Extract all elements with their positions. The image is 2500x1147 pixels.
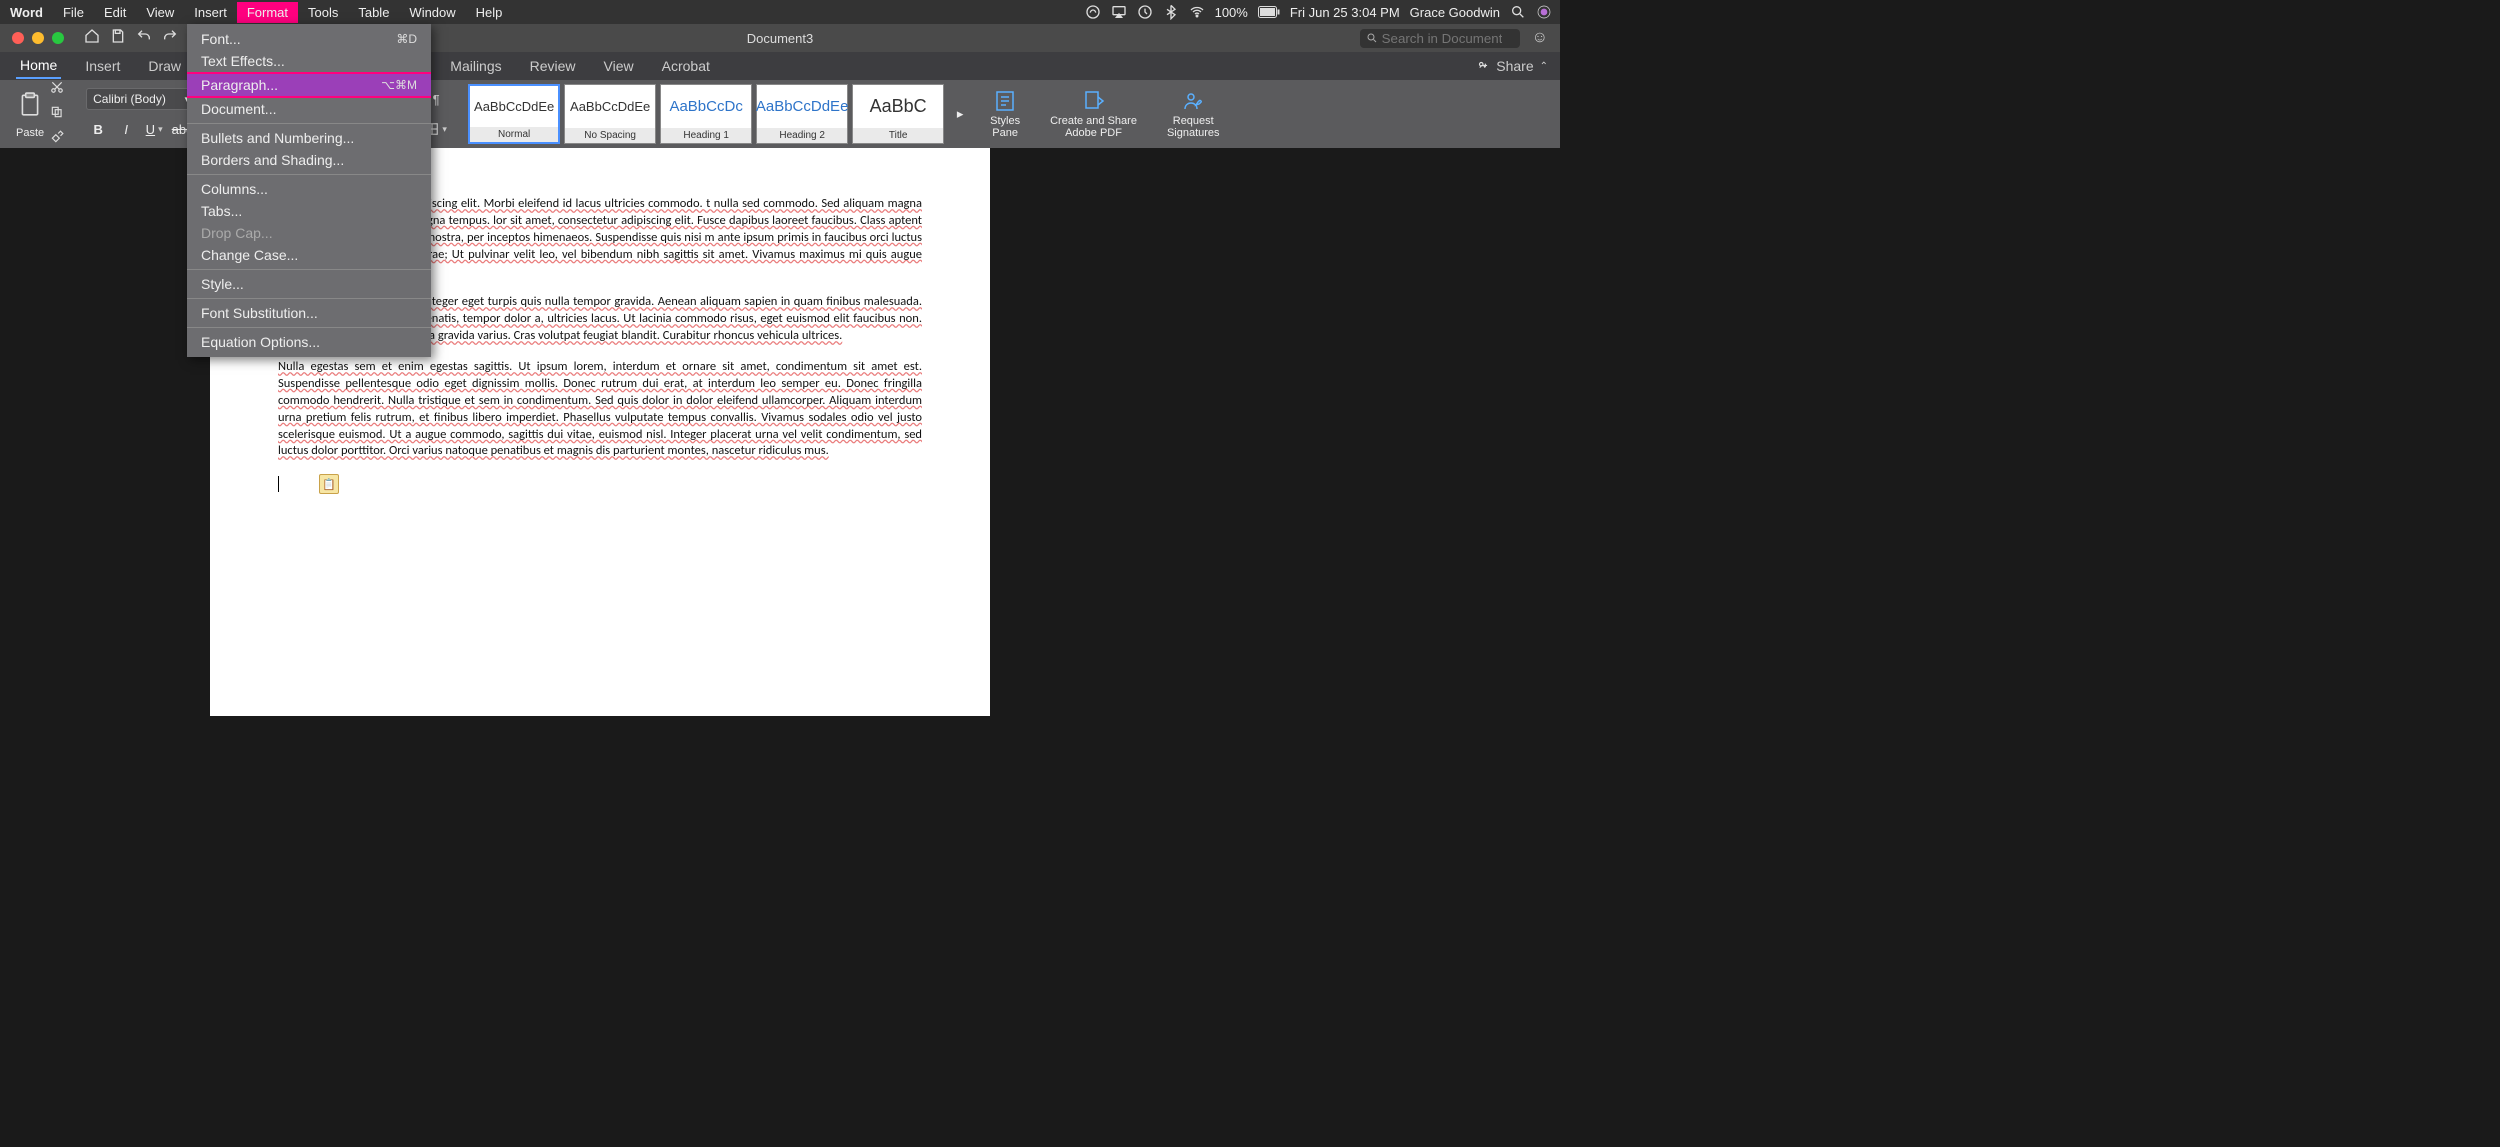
mac-menubar: Word File Edit View Insert Format Tools … [0,0,1560,24]
font-name-select[interactable]: Calibri (Body)▾ [86,88,196,110]
menu-borders-shading[interactable]: Borders and Shading... [187,149,431,171]
battery-icon[interactable] [1258,6,1280,18]
tab-draw[interactable]: Draw [144,54,185,78]
menu-columns[interactable]: Columns... [187,178,431,200]
menu-edit[interactable]: Edit [94,2,136,23]
document-title: Document3 [747,31,813,46]
menu-file[interactable]: File [53,2,94,23]
app-name: Word [0,5,53,20]
copy-icon[interactable] [50,105,64,124]
share-button[interactable]: Share ⌃ [1476,58,1548,74]
search-box[interactable] [1360,29,1520,48]
menu-font[interactable]: Font...⌘D [187,28,431,50]
tab-insert[interactable]: Insert [81,54,124,78]
styles-gallery: AaBbCcDdEe Normal AaBbCcDdEe No Spacing … [468,84,972,144]
battery-text: 100% [1215,5,1248,20]
window-zoom-button[interactable] [52,32,64,44]
paste-label: Paste [16,127,44,139]
menu-paragraph[interactable]: Paragraph...⌥⌘M [187,72,431,98]
italic-button[interactable]: I [114,118,138,140]
menu-text-effects[interactable]: Text Effects... [187,50,431,72]
menu-format[interactable]: Format [237,2,298,23]
redo-icon[interactable] [162,28,178,49]
paste-options-icon[interactable]: 📋 [319,474,339,494]
time-machine-icon[interactable] [1137,4,1153,20]
format-menu-dropdown: Font...⌘D Text Effects... Paragraph...⌥⌘… [187,24,431,357]
tab-acrobat[interactable]: Acrobat [658,54,714,78]
tab-home[interactable]: Home [16,53,61,79]
menu-bullets-numbering[interactable]: Bullets and Numbering... [187,127,431,149]
create-adobe-pdf-button[interactable]: Create and Share Adobe PDF [1038,84,1149,144]
menu-help[interactable]: Help [466,2,513,23]
search-input[interactable] [1382,31,1502,46]
tab-review[interactable]: Review [526,54,580,78]
menu-insert[interactable]: Insert [184,2,237,23]
window-minimize-button[interactable] [32,32,44,44]
window-close-button[interactable] [12,32,24,44]
menu-drop-cap: Drop Cap... [187,222,431,244]
creative-cloud-icon[interactable] [1085,4,1101,20]
styles-pane-button[interactable]: Styles Pane [978,84,1032,144]
menu-style[interactable]: Style... [187,273,431,295]
menu-document[interactable]: Document... [187,98,431,120]
paragraph-3: Nulla egestas sem et enim egestas sagitt… [278,359,922,460]
cursor-line: 📋 [278,474,922,494]
underline-button[interactable]: U [142,118,166,140]
bluetooth-icon[interactable] [1163,4,1179,20]
style-heading2[interactable]: AaBbCcDdEe Heading 2 [756,84,848,144]
tab-mailings[interactable]: Mailings [446,54,505,78]
wifi-icon[interactable] [1189,4,1205,20]
undo-icon[interactable] [136,28,152,49]
menu-view[interactable]: View [136,2,184,23]
feedback-icon[interactable]: ☺ [1532,29,1548,47]
bold-button[interactable]: B [86,118,110,140]
tab-view[interactable]: View [600,54,638,78]
menu-tools[interactable]: Tools [298,2,348,23]
format-painter-icon[interactable] [50,130,64,149]
siri-icon[interactable] [1536,4,1552,20]
style-heading1[interactable]: AaBbCcDc Heading 1 [660,84,752,144]
home-icon[interactable] [84,28,100,49]
airplay-icon[interactable] [1111,4,1127,20]
request-signatures-button[interactable]: Request Signatures [1155,84,1232,144]
menu-table[interactable]: Table [348,2,399,23]
menu-equation-options[interactable]: Equation Options... [187,331,431,353]
share-label: Share [1496,58,1533,74]
save-icon[interactable] [110,28,126,49]
spotlight-icon[interactable] [1510,4,1526,20]
style-title[interactable]: AaBbC Title [852,84,944,144]
menu-tabs[interactable]: Tabs... [187,200,431,222]
user-name[interactable]: Grace Goodwin [1410,5,1500,20]
menu-change-case[interactable]: Change Case... [187,244,431,266]
text-cursor [278,476,279,492]
style-normal[interactable]: AaBbCcDdEe Normal [468,84,560,144]
style-no-spacing[interactable]: AaBbCcDdEe No Spacing [564,84,656,144]
cut-icon[interactable] [50,80,64,99]
paste-icon[interactable] [17,90,43,125]
datetime[interactable]: Fri Jun 25 3:04 PM [1290,5,1400,20]
menu-window[interactable]: Window [399,2,465,23]
styles-more-button[interactable]: ▸ [948,103,972,125]
menu-font-substitution[interactable]: Font Substitution... [187,302,431,324]
